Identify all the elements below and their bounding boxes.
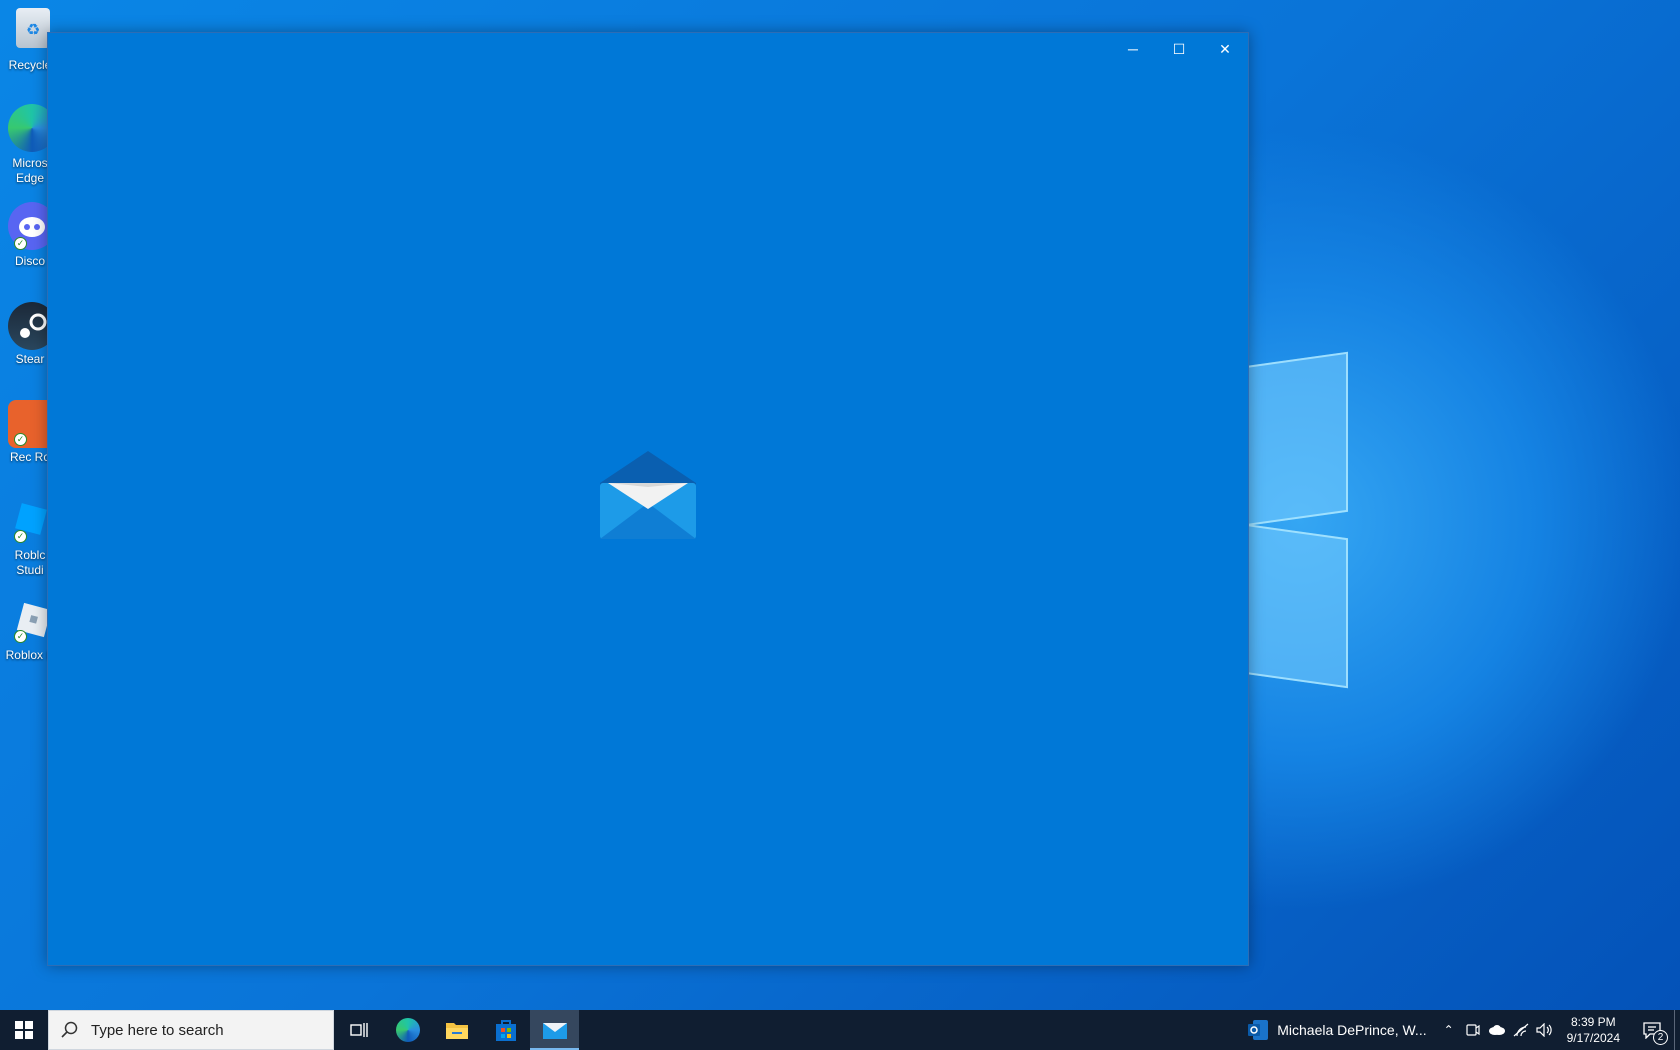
maximize-icon: ☐: [1172, 40, 1186, 57]
contact-name: Michaela DePrince, W...: [1277, 1022, 1427, 1038]
desktop: ♻ Recycle Micros Edge ✓ Disco Stear ✓ Re…: [0, 0, 1680, 1010]
tray-network[interactable]: [1509, 1010, 1533, 1050]
volume-icon: [1536, 1023, 1552, 1037]
close-button[interactable]: ✕: [1202, 33, 1248, 65]
taskbar-mail[interactable]: [530, 1010, 579, 1050]
minimize-icon: ─: [1128, 41, 1138, 57]
notification-count-badge: 2: [1653, 1030, 1668, 1045]
sync-check-icon: ✓: [14, 433, 27, 446]
tray-volume[interactable]: [1533, 1010, 1557, 1050]
svg-text:♻: ♻: [26, 22, 40, 39]
onedrive-cloud-icon: [1488, 1025, 1505, 1035]
taskbar-clock[interactable]: 8:39 PM 9/17/2024: [1557, 1014, 1630, 1046]
windows-logo-wallpaper: [1230, 340, 1360, 689]
network-icon: [1513, 1023, 1528, 1037]
meet-now-icon: [1466, 1024, 1480, 1036]
clock-time: 8:39 PM: [1570, 1015, 1616, 1029]
taskbar: Type here to search Michaela DePrince, W…: [0, 1010, 1680, 1050]
task-view-icon: [349, 1023, 368, 1037]
show-desktop-button[interactable]: [1674, 1010, 1680, 1050]
clock-date: 9/17/2024: [1566, 1031, 1620, 1045]
mail-app-window[interactable]: ─ ☐ ✕: [47, 32, 1249, 966]
search-icon: [61, 1021, 78, 1038]
tray-onedrive[interactable]: [1485, 1010, 1509, 1050]
start-button[interactable]: [0, 1010, 48, 1050]
system-tray: Michaela DePrince, W... ⌃ 8:39 PM 9/17/2…: [1237, 1010, 1680, 1050]
action-center-button[interactable]: 2: [1630, 1010, 1674, 1050]
minimize-button[interactable]: ─: [1110, 33, 1156, 65]
outlook-contact-icon: [1248, 1020, 1269, 1040]
taskbar-microsoft-store[interactable]: [481, 1010, 530, 1050]
show-hidden-icons-button[interactable]: ⌃: [1437, 1010, 1461, 1050]
taskbar-search-box[interactable]: Type here to search: [48, 1010, 334, 1050]
close-icon: ✕: [1219, 40, 1231, 57]
windows-start-icon: [15, 1021, 33, 1039]
taskbar-edge[interactable]: [383, 1010, 432, 1050]
edge-icon: [395, 1018, 420, 1042]
search-placeholder: Type here to search: [91, 1021, 224, 1039]
microsoft-store-icon: [495, 1020, 516, 1041]
mail-icon: [542, 1023, 567, 1039]
window-caption-buttons: ─ ☐ ✕: [1110, 33, 1248, 65]
chevron-up-icon: ⌃: [1443, 1023, 1454, 1037]
tray-meet-now[interactable]: [1461, 1010, 1485, 1050]
sync-check-icon: ✓: [14, 530, 27, 543]
task-view-button[interactable]: [334, 1010, 383, 1050]
people-contact-button[interactable]: Michaela DePrince, W...: [1237, 1019, 1436, 1041]
sync-check-icon: ✓: [14, 630, 27, 643]
sync-check-icon: ✓: [14, 237, 27, 250]
taskbar-file-explorer[interactable]: [432, 1010, 481, 1050]
file-explorer-icon: [445, 1023, 468, 1039]
mail-splash-icon: [598, 447, 698, 541]
maximize-button[interactable]: ☐: [1156, 33, 1202, 65]
recycle-bin-icon: ♻: [16, 8, 50, 48]
